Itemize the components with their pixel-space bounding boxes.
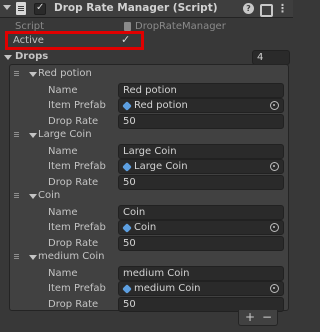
drops-label: Drops	[15, 51, 49, 62]
drops-size-field[interactable]: 4	[252, 50, 290, 65]
object-picker-icon[interactable]	[270, 284, 279, 293]
component-title: Drop Rate Manager (Script)	[54, 2, 218, 14]
remove-element-button[interactable]: −	[258, 310, 276, 324]
add-element-button[interactable]: +	[241, 310, 259, 324]
inspector-panel: Drop Rate Manager (Script) ? ⋮ Script Dr…	[0, 0, 293, 332]
name-label: Name	[48, 146, 78, 157]
object-picker-icon[interactable]	[270, 223, 279, 232]
drag-handle-icon[interactable]	[14, 132, 19, 137]
name-value: Large Coin	[123, 146, 177, 157]
prefab-icon	[122, 223, 132, 233]
item-prefab-field[interactable]: medium Coin	[118, 281, 284, 296]
name-field[interactable]: Coin	[118, 205, 284, 220]
element-heading[interactable]: Large Coin	[38, 129, 92, 140]
object-picker-icon[interactable]	[270, 162, 279, 171]
component-enabled-checkbox[interactable]	[34, 2, 46, 15]
more-options-icon[interactable]: ⋮	[277, 3, 288, 14]
collapse-arrow-icon[interactable]	[3, 5, 11, 10]
name-label: Name	[48, 268, 78, 279]
drag-handle-icon[interactable]	[14, 193, 19, 198]
script-field: DropRateManager	[120, 20, 288, 35]
name-field[interactable]: Red potion	[118, 83, 284, 98]
item-prefab-field[interactable]: Coin	[118, 220, 284, 235]
name-value: Red potion	[123, 85, 177, 96]
name-label: Name	[48, 207, 78, 218]
element-foldout-arrow-icon[interactable]	[29, 194, 37, 199]
item-prefab-value: Large Coin	[134, 161, 188, 172]
name-label: Name	[48, 85, 78, 96]
help-icon[interactable]: ?	[243, 3, 254, 14]
element-foldout-arrow-icon[interactable]	[29, 72, 37, 77]
script-icon	[16, 2, 26, 15]
drop-rate-value: 50	[123, 116, 136, 127]
drag-handle-icon[interactable]	[14, 71, 19, 76]
active-highlight-box	[5, 31, 144, 50]
list-footer: + −	[238, 310, 278, 326]
drop-rate-field[interactable]: 50	[118, 175, 284, 190]
object-picker-icon[interactable]	[270, 101, 279, 110]
name-value: medium Coin	[123, 268, 190, 279]
name-value: Coin	[123, 207, 146, 218]
presets-icon[interactable]	[259, 3, 273, 17]
element-heading[interactable]: Red potion	[38, 68, 92, 79]
drop-rate-label: Drop Rate	[48, 299, 99, 310]
prefab-icon	[122, 284, 132, 294]
name-field[interactable]: medium Coin	[118, 266, 284, 281]
item-prefab-label: Item Prefab	[48, 222, 106, 233]
item-prefab-label: Item Prefab	[48, 100, 106, 111]
drop-rate-field[interactable]: 50	[118, 114, 284, 129]
element-foldout-arrow-icon[interactable]	[29, 255, 37, 260]
item-prefab-value: medium Coin	[134, 283, 201, 294]
drop-rate-value: 50	[123, 299, 136, 310]
drop-rate-value: 50	[123, 238, 136, 249]
drop-rate-value: 50	[123, 177, 136, 188]
drop-rate-label: Drop Rate	[48, 238, 99, 249]
item-prefab-field[interactable]: Red potion	[118, 98, 284, 113]
item-prefab-value: Coin	[134, 222, 157, 233]
drops-size-value: 4	[257, 52, 264, 63]
drag-handle-icon[interactable]	[14, 254, 19, 259]
script-file-icon	[124, 22, 131, 31]
element-foldout-arrow-icon[interactable]	[29, 133, 37, 138]
element-heading[interactable]: medium Coin	[38, 251, 105, 262]
name-field[interactable]: Large Coin	[118, 144, 284, 159]
drop-rate-field[interactable]: 50	[118, 236, 284, 251]
item-prefab-label: Item Prefab	[48, 283, 106, 294]
element-heading[interactable]: Coin	[38, 190, 60, 201]
item-prefab-label: Item Prefab	[48, 161, 106, 172]
item-prefab-value: Red potion	[134, 100, 188, 111]
script-value: DropRateManager	[135, 21, 226, 32]
drop-rate-label: Drop Rate	[48, 177, 99, 188]
item-prefab-field[interactable]: Large Coin	[118, 159, 284, 174]
drops-foldout-arrow-icon[interactable]	[4, 55, 12, 60]
prefab-icon	[122, 101, 132, 111]
drop-rate-label: Drop Rate	[48, 116, 99, 127]
prefab-icon	[122, 162, 132, 172]
component-header[interactable]: Drop Rate Manager (Script) ? ⋮	[0, 0, 293, 18]
